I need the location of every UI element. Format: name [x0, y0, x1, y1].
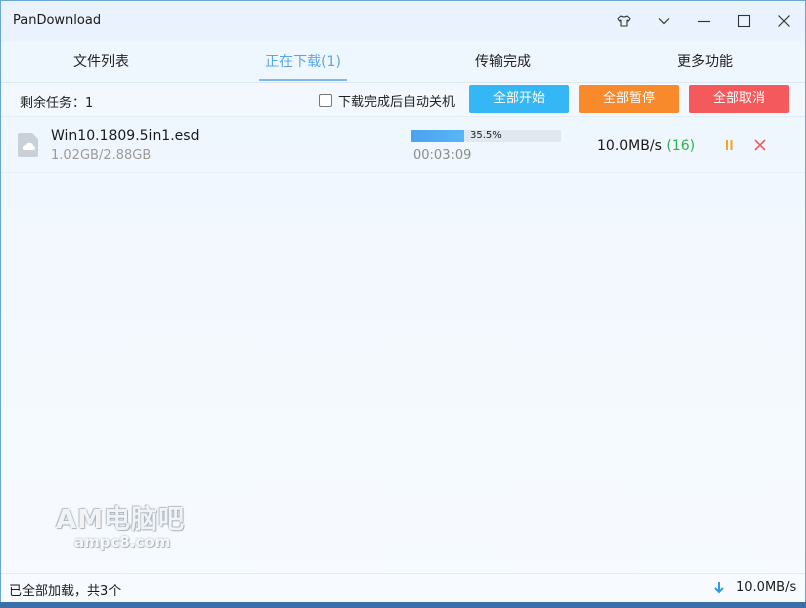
- auto-shutdown-checkbox[interactable]: [319, 94, 332, 107]
- pause-icon[interactable]: [723, 138, 735, 152]
- cancel-all-button[interactable]: 全部取消: [689, 85, 789, 113]
- connection-count: (16): [666, 138, 696, 154]
- skin-icon[interactable]: [612, 9, 636, 33]
- app-title: PanDownload: [13, 13, 102, 28]
- file-size: 1.02GB/2.88GB: [51, 148, 152, 163]
- watermark-logo: AM电脑吧 ampc8.com: [56, 506, 185, 550]
- file-name: Win10.1809.5in1.esd: [51, 128, 200, 144]
- status-bar: 已全部加载，共3个 10.0MB/s: [1, 573, 805, 603]
- tab-label: 更多功能: [677, 54, 733, 70]
- progress-percent: 35.5%: [470, 130, 502, 141]
- download-toolbar: 剩余任务：1 下载完成后自动关机 全部开始 全部暂停 全部取消: [1, 83, 805, 117]
- download-speed: 10.0MB/s (16): [597, 138, 695, 154]
- tab-completed[interactable]: 传输完成: [453, 41, 553, 83]
- tab-downloading[interactable]: 正在下载(1): [259, 41, 347, 83]
- close-icon[interactable]: [772, 9, 796, 33]
- tab-more-features[interactable]: 更多功能: [655, 41, 755, 83]
- file-icon: [18, 133, 38, 157]
- download-arrow-icon: [714, 582, 724, 594]
- maximize-icon[interactable]: [732, 9, 756, 33]
- progress-fill: [411, 130, 465, 142]
- tab-label: 文件列表: [73, 54, 129, 70]
- speed-value: 10.0MB/s: [597, 138, 662, 154]
- download-row[interactable]: Win10.1809.5in1.esd 1.02GB/2.88GB 35.5% …: [1, 119, 805, 173]
- auto-shutdown-option[interactable]: 下载完成后自动关机: [319, 91, 455, 110]
- load-status: 已全部加载，共3个: [9, 584, 122, 599]
- watermark-title: AM电脑吧: [56, 505, 185, 535]
- elapsed-time: 00:03:09: [413, 148, 472, 163]
- title-bar: PanDownload: [1, 1, 805, 41]
- start-all-button[interactable]: 全部开始: [469, 85, 569, 113]
- total-speed: 10.0MB/s: [736, 580, 797, 595]
- dropdown-icon[interactable]: [652, 9, 676, 33]
- app-window: PanDownload 文件列表 正在下载(1) 传输完成 更多功能 剩余任务：…: [0, 0, 806, 608]
- tab-label: 正在下载(1): [265, 54, 341, 70]
- tab-file-list[interactable]: 文件列表: [51, 41, 151, 83]
- watermark-url: ampc8.com: [74, 533, 171, 551]
- tab-bar: 文件列表 正在下载(1) 传输完成 更多功能: [1, 41, 805, 83]
- tab-label: 传输完成: [475, 54, 531, 70]
- active-tab-indicator: [259, 79, 347, 81]
- pause-all-button[interactable]: 全部暂停: [579, 85, 679, 113]
- remaining-tasks: 剩余任务：1: [20, 96, 94, 111]
- cancel-download-icon[interactable]: [753, 138, 767, 152]
- auto-shutdown-label: 下载完成后自动关机: [338, 95, 456, 110]
- taskbar: [0, 602, 806, 608]
- minimize-icon[interactable]: [692, 9, 716, 33]
